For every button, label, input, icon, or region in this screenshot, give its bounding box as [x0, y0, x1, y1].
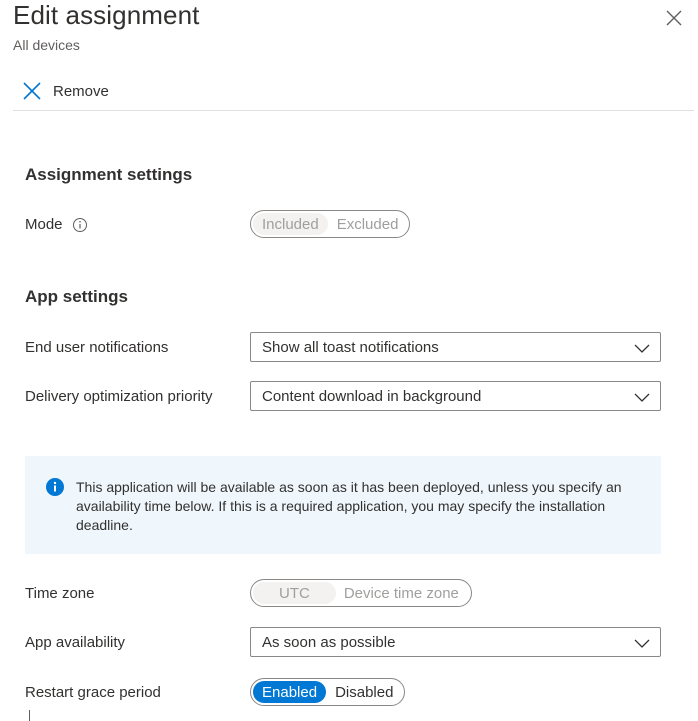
end-user-notifications-label: End user notifications	[25, 339, 169, 356]
partial-field-edge	[29, 710, 30, 721]
x-icon	[23, 82, 41, 100]
chevron-down-icon	[634, 393, 650, 402]
time-zone-toggle[interactable]: UTC Device time zone	[250, 579, 472, 607]
mode-option-excluded[interactable]: Excluded	[328, 213, 408, 235]
info-message-text: This application will be available as so…	[76, 479, 622, 533]
end-user-notifications-dropdown[interactable]: Show all toast notifications	[250, 332, 661, 362]
mode-label-text: Mode	[25, 216, 63, 233]
app-availability-label: App availability	[25, 634, 126, 651]
restart-grace-option-enabled[interactable]: Enabled	[253, 681, 327, 703]
time-zone-option-device[interactable]: Device time zone	[336, 582, 469, 604]
app-settings-heading: App settings	[25, 287, 128, 306]
delivery-optimization-dropdown[interactable]: Content download in background	[250, 381, 661, 411]
chevron-down-icon	[634, 344, 650, 353]
toolbar-divider	[13, 110, 694, 111]
delivery-optimization-value: Content download in background	[262, 387, 482, 405]
mode-label: Mode	[25, 216, 88, 233]
info-circle-icon[interactable]	[72, 217, 88, 233]
end-user-notifications-value: Show all toast notifications	[262, 338, 439, 356]
remove-label: Remove	[53, 82, 109, 100]
mode-option-included[interactable]: Included	[253, 213, 328, 235]
mode-toggle[interactable]: Included Excluded	[250, 210, 411, 238]
delivery-optimization-label: Delivery optimization priority	[25, 388, 213, 405]
info-icon	[46, 478, 64, 496]
remove-button[interactable]: Remove	[22, 78, 109, 104]
close-button[interactable]	[662, 6, 686, 30]
chevron-down-icon	[634, 639, 650, 648]
close-icon	[666, 10, 682, 26]
restart-grace-toggle[interactable]: Enabled Disabled	[250, 678, 406, 706]
time-zone-option-utc[interactable]: UTC	[253, 582, 336, 604]
panel-title: Edit assignment	[13, 0, 200, 30]
restart-grace-label: Restart grace period	[25, 684, 161, 701]
app-availability-value: As soon as possible	[262, 633, 396, 651]
panel-subtitle: All devices	[13, 37, 80, 53]
time-zone-label: Time zone	[25, 585, 95, 602]
restart-grace-option-disabled[interactable]: Disabled	[326, 681, 402, 703]
app-availability-dropdown[interactable]: As soon as possible	[250, 627, 661, 657]
assignment-settings-heading: Assignment settings	[25, 165, 193, 184]
info-message-bar: This application will be available as so…	[25, 456, 661, 554]
